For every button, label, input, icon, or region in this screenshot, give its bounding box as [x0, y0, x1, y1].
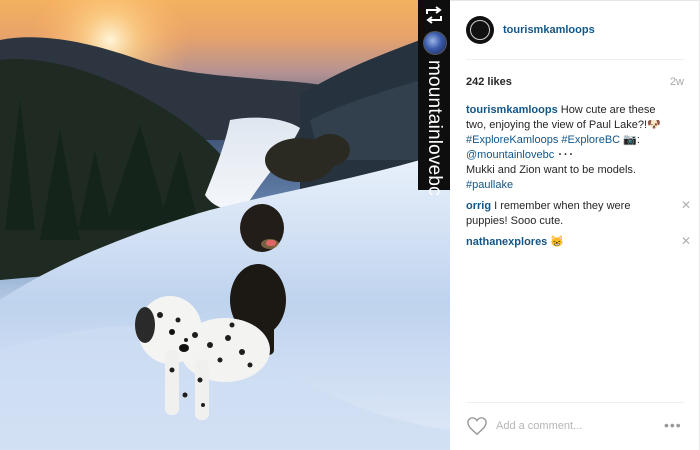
account-username[interactable]: tourismkamloops — [503, 24, 595, 36]
header-divider — [466, 59, 684, 60]
repost-strip: mountainlovebc — [418, 0, 450, 196]
hashtag-explorekamloops[interactable]: #ExploreKamloops — [466, 134, 558, 146]
comment-username[interactable]: orrig — [466, 200, 491, 212]
comment-text: I remember when they were puppies! Sooo … — [466, 200, 631, 227]
top-border — [450, 0, 700, 1]
comments-list: tourismkamloops How cute are these two, … — [466, 103, 691, 256]
mention-mountainlovebc[interactable]: @mountainlovebc — [466, 149, 554, 161]
caption-models-line: Mukki and Zion want to be models. — [466, 164, 636, 176]
repost-username[interactable]: mountainlovebc — [423, 60, 445, 196]
more-options-icon[interactable]: ••• — [664, 418, 684, 432]
repost-icon — [426, 6, 442, 24]
post-details-panel: tourismkamloops 242 likes 2w tourismkaml… — [450, 0, 700, 450]
comment-text: 😸 — [547, 236, 565, 248]
footer-divider — [466, 402, 684, 403]
delete-comment-icon[interactable]: ✕ — [680, 199, 692, 211]
tourism-kamloops-logo-icon — [470, 20, 490, 40]
post-photo[interactable] — [0, 0, 450, 450]
comment-item: orrig I remember when they were puppies!… — [466, 199, 691, 229]
caption: tourismkamloops How cute are these two, … — [466, 103, 682, 193]
post-time-ago[interactable]: 2w — [670, 76, 684, 88]
hashtag-explorebc[interactable]: #ExploreBC — [561, 134, 620, 146]
add-comment-input[interactable] — [496, 417, 656, 435]
caption-username[interactable]: tourismkamloops — [466, 104, 558, 116]
comment-username[interactable]: nathanexplores — [466, 236, 547, 248]
camera-emoji: 📷: — [623, 134, 640, 146]
likes-count[interactable]: 242 likes — [466, 76, 512, 88]
comment-item: nathanexplores 😸 ✕ — [466, 235, 691, 250]
hashtag-paullake[interactable]: #paullake — [466, 179, 513, 191]
photo-scene — [0, 0, 450, 450]
delete-comment-icon[interactable]: ✕ — [680, 235, 692, 247]
account-avatar[interactable] — [466, 16, 494, 44]
repost-avatar[interactable] — [423, 31, 447, 55]
like-heart-icon[interactable] — [466, 416, 488, 436]
instagram-post: mountainlovebc tourismkamloops 242 likes… — [0, 0, 700, 450]
caption-dots: ･･･ — [554, 149, 574, 161]
